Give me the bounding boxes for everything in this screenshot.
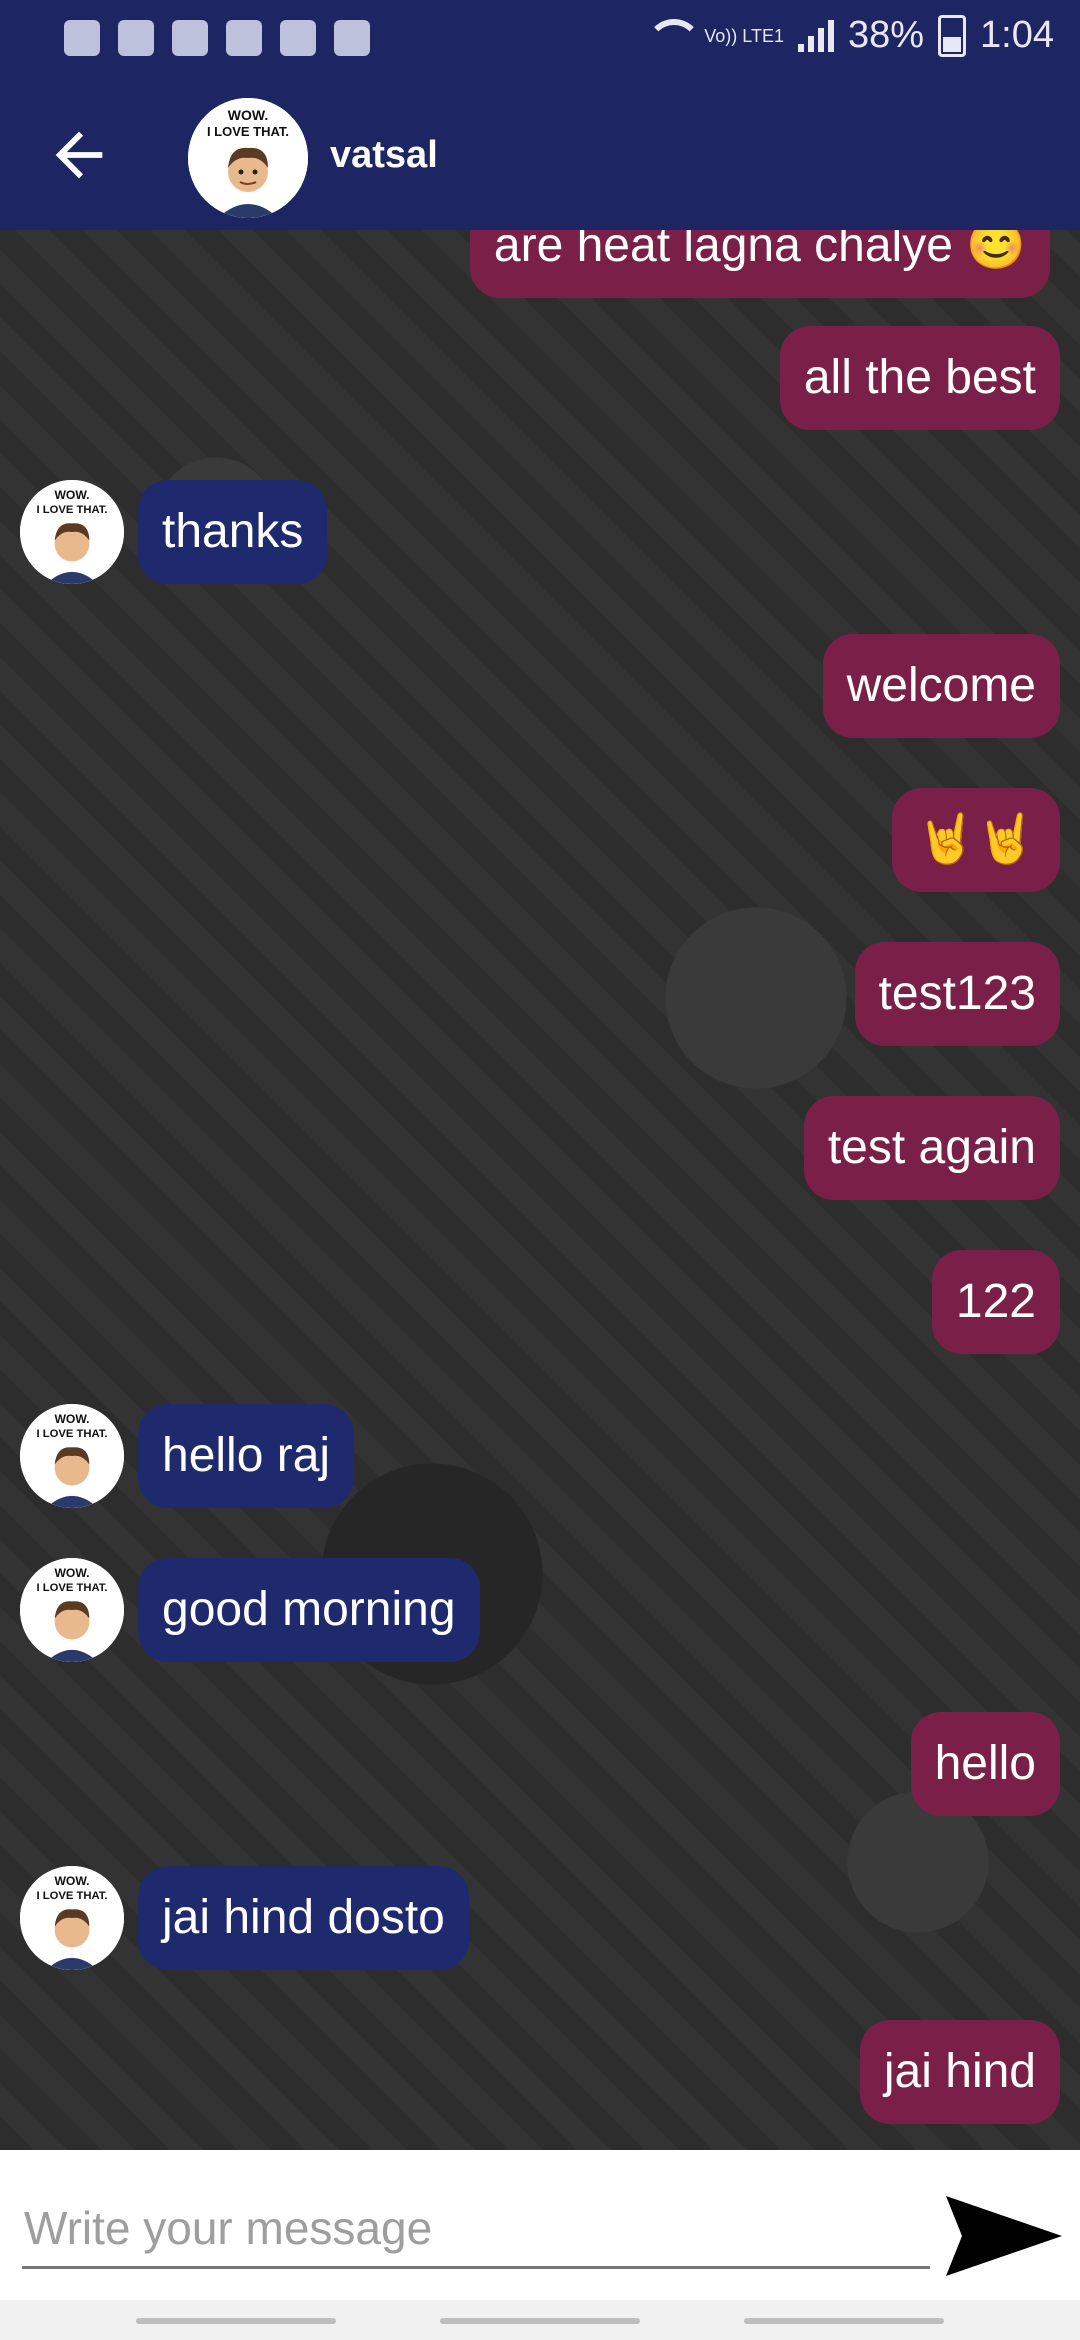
contact-avatar[interactable]: WOW. I LOVE THAT. [188, 98, 308, 218]
svg-text:I LOVE THAT.: I LOVE THAT. [36, 1890, 107, 1902]
nav-recent-button[interactable] [136, 2318, 336, 2324]
message-bubble-received[interactable]: hello raj [138, 1404, 355, 1508]
message-input[interactable] [22, 2190, 930, 2269]
message-bubble-sent[interactable]: all the best [779, 326, 1060, 430]
nav-home-button[interactable] [440, 2318, 640, 2324]
message-bubble-sent[interactable]: are heat lagna chalye 😊 [469, 230, 1050, 298]
gallery-icon [280, 20, 316, 56]
sender-avatar: WOW. I LOVE THAT. [20, 1404, 124, 1508]
back-arrow-icon[interactable] [44, 120, 114, 190]
message-bubble-sent[interactable]: 🤘🤘 [892, 788, 1060, 892]
whatsapp-icon [118, 20, 154, 56]
svg-text:I LOVE THAT.: I LOVE THAT. [36, 1428, 107, 1440]
message-bubble-received[interactable]: thanks [138, 480, 328, 584]
wifi-icon [646, 18, 703, 53]
avatar-icon: WOW. I LOVE THAT. [20, 1866, 124, 1970]
incognito-icon [334, 20, 370, 56]
svg-text:WOW.: WOW. [54, 1874, 89, 1888]
message-bubble-received[interactable]: jai hind dosto [138, 1866, 469, 1970]
notification-icons [64, 20, 370, 56]
contact-name[interactable]: vatsal [330, 134, 438, 177]
clock: 1:04 [980, 14, 1054, 56]
svg-text:WOW.: WOW. [54, 488, 89, 502]
message-bubble-sent[interactable]: jai hind [859, 2020, 1060, 2124]
message-bubble-sent[interactable]: welcome [822, 634, 1060, 738]
svg-text:WOW.: WOW. [54, 1566, 89, 1580]
status-bar: Vo)) LTE1 38% 1:04 [0, 0, 1080, 82]
svg-text:I LOVE THAT.: I LOVE THAT. [36, 504, 107, 516]
network-label: Vo)) LTE1 [704, 25, 784, 46]
message-bubble-sent[interactable]: 122 [931, 1250, 1060, 1354]
svg-text:I LOVE THAT.: I LOVE THAT. [36, 1582, 107, 1594]
sender-avatar: WOW. I LOVE THAT. [20, 480, 124, 584]
message-list[interactable]: are heat lagna chalye 😊 all the best WOW… [0, 230, 1080, 2150]
svg-text:WOW.: WOW. [228, 107, 268, 123]
status-indicators: Vo)) LTE1 38% 1:04 [646, 14, 1054, 57]
battery-percent: 38% [847, 14, 925, 56]
snapchat-icon [172, 20, 208, 56]
avatar-icon: WOW. I LOVE THAT. [20, 1404, 124, 1508]
system-navigation-bar [0, 2300, 1080, 2340]
avatar-icon: WOW. I LOVE THAT. [188, 98, 308, 218]
sender-avatar: WOW. I LOVE THAT. [20, 1558, 124, 1662]
svg-text:I LOVE THAT.: I LOVE THAT. [207, 124, 289, 139]
avatar-icon: WOW. I LOVE THAT. [20, 1558, 124, 1662]
message-bubble-sent[interactable]: test123 [854, 942, 1060, 1046]
signal-icon [797, 19, 834, 52]
message-bubble-received[interactable]: good morning [138, 1558, 480, 1662]
message-composer [0, 2150, 1080, 2300]
battery-icon [938, 14, 967, 57]
message-bubble-sent[interactable]: hello [910, 1712, 1060, 1816]
message-icon [64, 20, 100, 56]
instagram-icon [226, 20, 262, 56]
send-icon[interactable] [944, 2192, 1064, 2280]
nav-back-button[interactable] [744, 2318, 944, 2324]
avatar-icon: WOW. I LOVE THAT. [20, 480, 124, 584]
chat-header: WOW. I LOVE THAT. vatsal [0, 82, 1080, 230]
sender-avatar: WOW. I LOVE THAT. [20, 1866, 124, 1970]
svg-text:WOW.: WOW. [54, 1412, 89, 1426]
message-bubble-sent[interactable]: test again [803, 1096, 1060, 1200]
